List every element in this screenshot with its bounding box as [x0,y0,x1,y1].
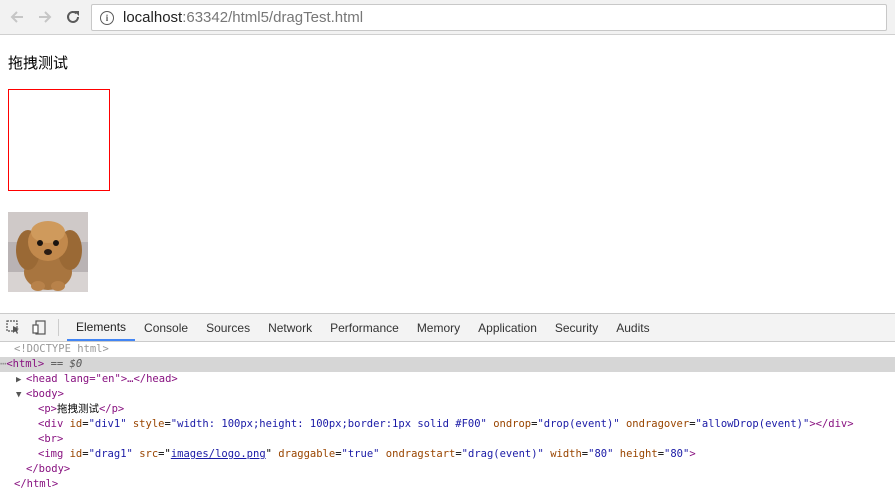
dom-attr-name: height [619,448,658,460]
device-toolbar-icon[interactable] [26,314,52,341]
dom-attr-value: "true" [341,448,380,460]
dom-attr-name: ondragover [625,418,690,430]
dom-head-line[interactable]: ▶ <head lang="en">…</head> [0,372,895,387]
dom-attr-name: ondragstart [385,448,456,460]
dom-body-open: <body> [26,388,64,400]
dom-attr-value: "drag1" [88,448,133,460]
page-viewport: 拖拽测试 [0,36,895,313]
dom-br-line[interactable]: <br> [0,432,895,447]
tab-security[interactable]: Security [546,314,607,341]
dom-html-open: <html> [6,358,45,370]
dom-head: <head lang="en">…</head> [26,373,178,385]
dom-attr-name: id [69,418,83,430]
dom-attr-name: style [132,418,165,430]
tab-elements[interactable]: Elements [67,314,136,341]
dom-attr-name: ondrop [493,418,532,430]
dom-br: <br> [38,433,64,445]
dom-attr-value: "80" [588,448,614,460]
dom-body-close-line[interactable]: </body> [0,462,895,477]
dog-image[interactable] [8,212,88,292]
dom-attr-value: "div1" [88,418,127,430]
dom-p-text: 拖拽测试 [56,403,99,415]
browser-toolbar: i localhost:63342/html5/dragTest.html [0,0,895,35]
forward-arrow-icon[interactable] [35,7,55,27]
dom-img-tag: <img [38,448,70,460]
devtools-panel: Elements Console Sources Network Perform… [0,313,895,500]
expand-triangle-icon[interactable]: ▶ [16,373,26,388]
dom-attr-value: "drop(event)" [537,418,620,430]
dom-attr-value: "drag(event)" [461,448,544,460]
tab-network[interactable]: Network [259,314,321,341]
drop-target-box[interactable] [8,89,110,191]
dom-img-src-link[interactable]: images/logo.png [171,448,266,460]
tab-audits[interactable]: Audits [607,314,658,341]
devtools-tabbar: Elements Console Sources Network Perform… [0,314,895,342]
dom-attr-name: src [139,448,159,460]
url-host: localhost [123,9,183,26]
reload-icon[interactable] [63,7,83,27]
back-arrow-icon[interactable] [7,7,27,27]
dom-tree: <!DOCTYPE html> ⋯<html> == $0 ▶ <head lan… [0,342,895,492]
address-bar[interactable]: i localhost:63342/html5/dragTest.html [91,4,887,31]
dom-div-tag: <div [38,418,70,430]
dom-p-close: </p> [98,403,125,415]
dom-attr-value: "allowDrop(event)" [695,418,810,430]
dom-body-open-line[interactable]: ▼ <body> [0,387,895,402]
tab-console[interactable]: Console [135,314,197,341]
dom-div-close: ></div> [809,418,854,430]
dom-html-close: </html> [14,478,59,490]
dom-html-line[interactable]: ⋯<html> == $0 [0,357,895,372]
tab-performance[interactable]: Performance [321,314,408,341]
dom-body-close: </body> [26,463,71,475]
dom-attr-name: id [69,448,83,460]
info-icon[interactable]: i [100,10,114,25]
dom-doctype: <!DOCTYPE html> [14,343,109,355]
dom-doctype-line[interactable]: <!DOCTYPE html> [0,342,895,357]
dom-attr-value: "80" [664,448,690,460]
dom-attr-name: draggable [278,448,336,460]
url-text[interactable]: localhost:63342/html5/dragTest.html [123,9,363,26]
dom-p-open: <p> [38,403,57,415]
dom-img-line[interactable]: <img id="drag1" src="images/logo.png" dr… [0,447,895,462]
collapse-triangle-icon[interactable]: ▼ [16,388,26,403]
dom-selected-marker: == $0 [44,358,83,370]
page-heading: 拖拽测试 [8,54,69,72]
dom-p-line[interactable]: <p>拖拽测试</p> [0,402,895,417]
toolbar-divider [58,319,59,336]
url-path: :63342/html5/dragTest.html [182,9,364,26]
tab-sources[interactable]: Sources [197,314,259,341]
dom-html-close-line[interactable]: </html> [0,477,895,492]
dom-div-line[interactable]: <div id="div1" style="width: 100px;heigh… [0,417,895,432]
dom-attr-name: width [550,448,582,460]
tab-application[interactable]: Application [469,314,546,341]
tab-memory[interactable]: Memory [408,314,469,341]
inspect-element-icon[interactable] [0,314,26,341]
dom-attr-value: "width: 100px;height: 100px;border:1px s… [170,418,487,430]
